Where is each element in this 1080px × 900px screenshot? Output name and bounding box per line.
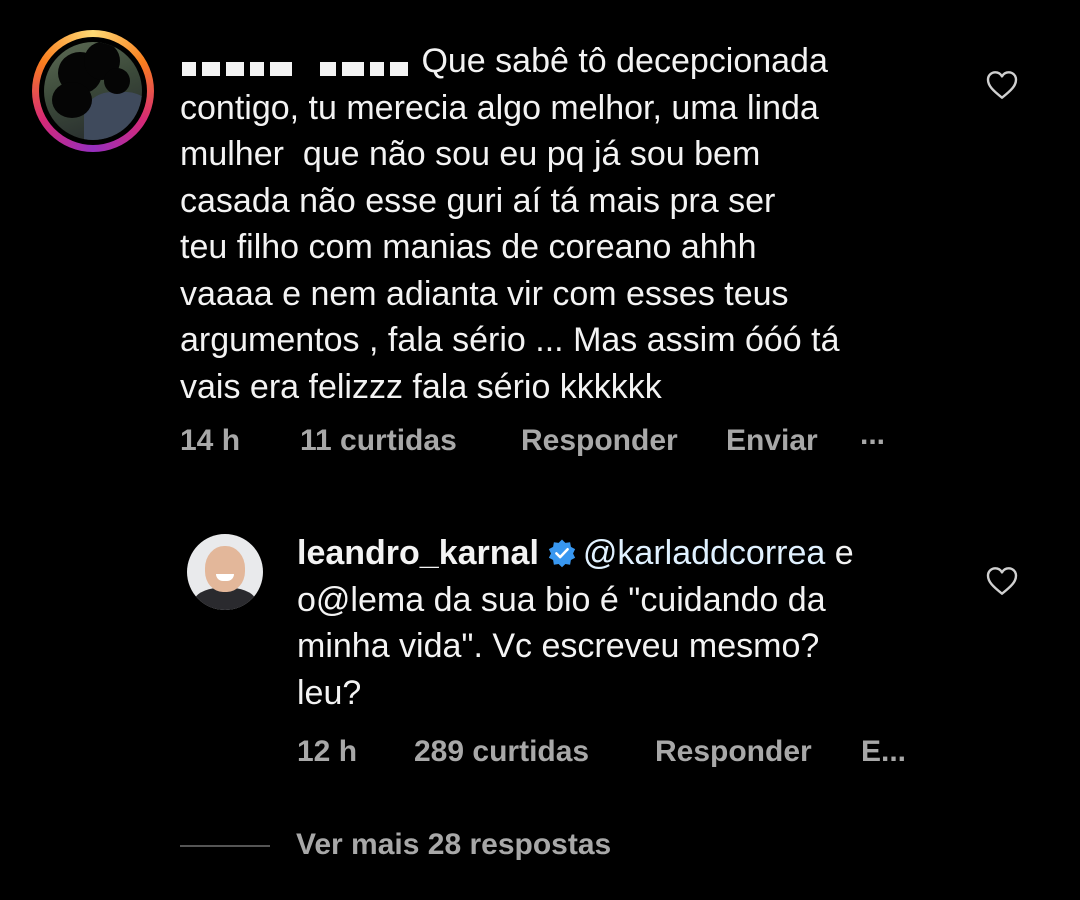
send-button[interactable]: E... [861, 735, 906, 769]
view-more-replies[interactable]: Ver mais 28 respostas [180, 828, 780, 868]
comment-line: contigo, tu merecia algo melhor, uma lin… [180, 88, 819, 127]
view-more-replies-label[interactable]: Ver mais 28 respostas [296, 828, 611, 862]
comment-line: minha vida". Vc escreveu mesmo? [297, 627, 820, 665]
comment-text: leandro_karnal @karladdcorrea e o@lema da… [297, 530, 957, 716]
mention-link[interactable]: @karladdcorrea [583, 534, 825, 572]
avatar[interactable] [187, 534, 263, 610]
more-options-button[interactable]: ... [860, 418, 885, 452]
like-heart-icon[interactable] [986, 566, 1018, 596]
likes-count[interactable]: 289 curtidas [414, 735, 589, 769]
comment-actions: 14 h 11 curtidas Responder Enviar ... [180, 418, 940, 464]
timestamp: 14 h [180, 424, 241, 457]
comment-text: Que sabê tô decepcionada contigo, tu mer… [180, 38, 960, 410]
redacted-username[interactable] [180, 46, 412, 76]
avatar [44, 42, 142, 140]
comment-line: argumentos , fala sério ... Mas assim óó… [180, 321, 840, 359]
divider [180, 845, 270, 847]
story-ring-avatar[interactable] [32, 30, 154, 152]
comment-line: e [825, 534, 854, 572]
comment-line: leu? [297, 673, 362, 712]
username-link[interactable]: leandro_karnal [297, 534, 539, 572]
timestamp: 12 h [297, 735, 358, 768]
comment-actions: 12 h 289 curtidas Responder E... [297, 735, 997, 775]
reply-button[interactable]: Responder [655, 735, 812, 769]
likes-count[interactable]: 11 curtidas [300, 424, 457, 458]
reply-button[interactable]: Responder [521, 424, 678, 458]
send-button[interactable]: Enviar [726, 424, 818, 458]
comment-line: o@lema da sua bio é "cuidando da [297, 580, 826, 619]
comment-line: vais era felizzz fala sério kkkkkk [180, 367, 662, 406]
comment-line: Que sabê tô decepcionada [421, 42, 828, 80]
comment-line: mulher que não sou eu pq já sou bem [180, 135, 761, 173]
like-heart-icon[interactable] [986, 70, 1018, 100]
comment-line: vaaaa e nem adianta vir com esses teus [180, 274, 789, 313]
verified-badge-icon [548, 539, 576, 568]
comment-line: teu filho com manias de coreano ahhh [180, 228, 757, 266]
comment-line: casada não esse guri aí tá mais pra ser [180, 181, 776, 220]
